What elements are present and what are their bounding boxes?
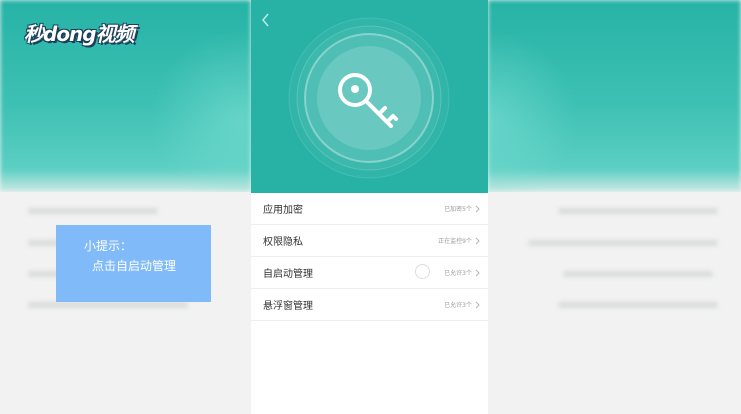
- menu-item-floating-window-management[interactable]: 悬浮窗管理 已允许3个: [251, 289, 488, 321]
- menu-item-status: 已允许3个: [444, 270, 472, 277]
- background-right: [488, 0, 741, 414]
- key-icon: [338, 73, 398, 128]
- menu-item-app-encryption[interactable]: 应用加密 已加密5个: [251, 193, 488, 225]
- chevron-right-icon: [475, 301, 480, 308]
- chevron-right-icon: [475, 205, 480, 212]
- chevron-right-icon: [475, 269, 480, 276]
- menu-item-autostart-management[interactable]: 自启动管理 已允许3个: [251, 257, 488, 289]
- blurred-line: [558, 208, 718, 214]
- menu-item-status: 已允许3个: [444, 302, 472, 309]
- blurred-line: [528, 240, 718, 246]
- tip-box: 小提示： 点击自启动管理: [56, 225, 211, 302]
- tip-title: 小提示：: [84, 239, 133, 253]
- tap-indicator: [415, 264, 430, 279]
- menu-item-label: 权限隐私: [263, 237, 303, 248]
- chevron-right-icon: [475, 237, 480, 244]
- menu-item-label: 应用加密: [263, 205, 303, 216]
- menu-item-status: 正在监控9个: [438, 238, 472, 245]
- chevron-left-icon[interactable]: [261, 12, 271, 28]
- blurred-line: [28, 302, 188, 308]
- background-left: [0, 0, 251, 414]
- blurred-line: [558, 302, 718, 308]
- blurred-line: [28, 208, 158, 214]
- menu-item-label: 自启动管理: [263, 269, 313, 280]
- security-header: [251, 0, 488, 193]
- menu-item-label: 悬浮窗管理: [263, 301, 313, 312]
- watermark-logo: 秒dong视频: [24, 22, 135, 46]
- blurred-line: [563, 271, 713, 277]
- phone-screen: 应用加密 已加密5个 权限隐私 正在监控9个 自启动管理 已允许3个 悬浮窗管理…: [251, 0, 488, 414]
- tip-text: 点击自启动管理: [92, 259, 177, 273]
- menu-item-permission-privacy[interactable]: 权限隐私 正在监控9个: [251, 225, 488, 257]
- menu-item-status: 已加密5个: [444, 206, 472, 213]
- security-menu: 应用加密 已加密5个 权限隐私 正在监控9个 自启动管理 已允许3个 悬浮窗管理…: [251, 193, 488, 321]
